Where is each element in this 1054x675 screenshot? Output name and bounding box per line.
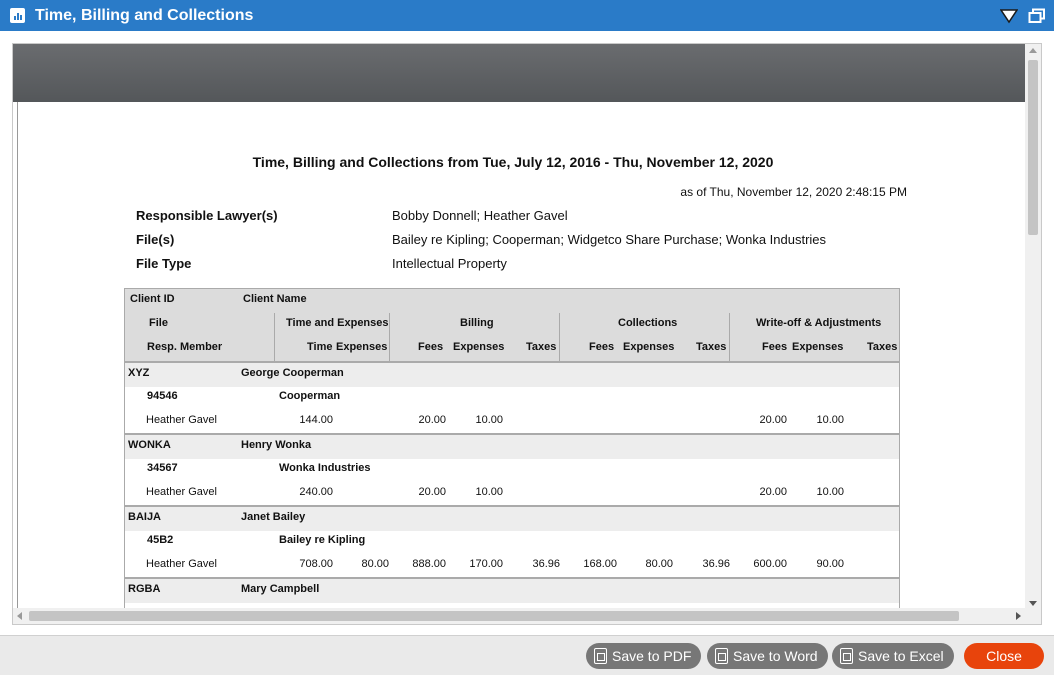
horizontal-scrollbar[interactable]: [13, 608, 1027, 624]
header-writeoff: Write-off & Adjustments: [756, 317, 882, 329]
writeoff-expenses-value: 90.00: [816, 558, 844, 570]
header-time: Time: [307, 341, 333, 353]
meta-value: Bobby Donnell; Heather Gavel: [392, 208, 568, 223]
resp-member: Heather Gavel: [146, 414, 217, 426]
report-viewer: Time, Billing and Collections from Tue, …: [12, 43, 1042, 625]
time-value: 708.00: [299, 558, 333, 570]
header-collections-fees: Fees: [589, 341, 615, 353]
table-header: Client ID Client Name File Resp. Member …: [125, 289, 899, 361]
save-to-pdf-button[interactable]: Save to PDF: [586, 643, 702, 669]
client-id: RGBA: [128, 583, 161, 595]
writeoff-expenses-value: 10.00: [816, 414, 844, 426]
header-resp-member: Resp. Member: [147, 341, 223, 353]
save-to-pdf-label: Save to PDF: [612, 648, 692, 664]
meta-value: Bailey re Kipling; Cooperman; Widgetco S…: [392, 232, 827, 247]
collections-fees-value: 168.00: [583, 558, 617, 570]
header-writeoff-expenses: Expenses: [792, 341, 844, 353]
scroll-down-icon[interactable]: [1029, 601, 1037, 606]
scroll-left-icon[interactable]: [17, 612, 22, 620]
table-row-client: WONKA Henry Wonka: [125, 435, 899, 459]
close-button[interactable]: Close: [964, 643, 1044, 669]
table-row-client: XYZ George Cooperman: [125, 363, 899, 387]
client-id: BAIJA: [128, 511, 162, 523]
meta-label: File(s): [136, 232, 175, 247]
save-to-excel-label: Save to Excel: [858, 648, 944, 664]
save-to-excel-button[interactable]: Save to Excel: [832, 643, 954, 669]
header-collections-expenses: Expenses: [623, 341, 675, 353]
expenses-value: 80.00: [361, 558, 389, 570]
billing-expenses-value: 10.00: [475, 414, 503, 426]
writeoff-fees-value: 20.00: [759, 486, 787, 498]
vertical-scroll-thumb[interactable]: [1028, 60, 1038, 235]
header-writeoff-fees: Fees: [762, 341, 788, 353]
writeoff-fees-value: 20.00: [759, 414, 787, 426]
file-number: 45B2: [147, 534, 174, 546]
report-page: Time, Billing and Collections from Tue, …: [17, 102, 1027, 610]
window-titlebar: Time, Billing and Collections: [0, 0, 1054, 31]
scroll-right-icon[interactable]: [1016, 612, 1021, 620]
save-to-word-button[interactable]: Save to Word: [707, 643, 828, 669]
billing-expenses-value: 170.00: [469, 558, 503, 570]
client-id: WONKA: [128, 439, 171, 451]
horizontal-scroll-thumb[interactable]: [29, 611, 959, 621]
writeoff-expenses-value: 10.00: [816, 486, 844, 498]
file-name: Wonka Industries: [279, 462, 371, 474]
client-name: Henry Wonka: [241, 439, 312, 451]
header-time-and-expenses: Time and Expenses: [286, 317, 389, 329]
collections-taxes-value: 36.96: [702, 558, 730, 570]
save-to-word-label: Save to Word: [733, 648, 818, 664]
excel-file-icon: [840, 648, 853, 664]
dropdown-triangle-icon[interactable]: [1000, 8, 1018, 24]
client-id: XYZ: [128, 367, 150, 379]
file-number: 34567: [147, 462, 178, 474]
header-collections-taxes: Taxes: [696, 341, 727, 353]
meta-label: File Type: [136, 256, 192, 271]
time-value: 240.00: [299, 486, 333, 498]
billing-fees-value: 20.00: [418, 486, 446, 498]
client-name: Janet Bailey: [241, 511, 306, 523]
header-client-name: Client Name: [243, 293, 307, 305]
header-file: File: [149, 317, 168, 329]
report-title: Time, Billing and Collections from Tue, …: [252, 154, 774, 170]
restore-window-icon[interactable]: [1028, 8, 1046, 24]
header-collections: Collections: [618, 317, 678, 329]
header-billing-expenses: Expenses: [453, 341, 505, 353]
header-billing-taxes: Taxes: [526, 341, 557, 353]
client-name: Mary Campbell: [241, 583, 320, 595]
scrollbar-corner: [1025, 608, 1041, 624]
meta-value: Intellectual Property: [392, 256, 507, 271]
collections-expenses-value: 80.00: [645, 558, 673, 570]
file-name: Cooperman: [279, 390, 341, 402]
vertical-scrollbar[interactable]: [1025, 44, 1041, 610]
header-billing-fees: Fees: [418, 341, 444, 353]
header-billing: Billing: [460, 317, 494, 329]
file-name: Bailey re Kipling: [279, 534, 366, 546]
word-file-icon: [715, 648, 728, 664]
dialog-footer: Save to PDF Save to Word Save to Excel C…: [0, 635, 1054, 675]
billing-taxes-value: 36.96: [532, 558, 560, 570]
billing-expenses-value: 10.00: [475, 486, 503, 498]
writeoff-fees-value: 600.00: [753, 558, 787, 570]
window-title: Time, Billing and Collections: [35, 6, 254, 24]
meta-label: Responsible Lawyer(s): [136, 208, 278, 223]
table-row-client: RGBA Mary Campbell: [125, 579, 899, 603]
table-row-client: BAIJA Janet Bailey: [125, 507, 899, 531]
resp-member: Heather Gavel: [146, 486, 217, 498]
viewer-toolbar-area: [13, 44, 1027, 102]
file-number: 94546: [147, 390, 178, 402]
pdf-file-icon: [594, 648, 607, 664]
resp-member: Heather Gavel: [146, 558, 217, 570]
header-expenses: Expenses: [336, 341, 388, 353]
report-table: Client ID Client Name File Resp. Member …: [124, 288, 900, 610]
scroll-up-icon[interactable]: [1029, 48, 1037, 53]
header-client-id: Client ID: [130, 293, 175, 305]
header-writeoff-taxes: Taxes: [867, 341, 898, 353]
billing-fees-value: 888.00: [412, 558, 446, 570]
billing-fees-value: 20.00: [418, 414, 446, 426]
client-name: George Cooperman: [241, 367, 344, 379]
time-value: 144.00: [299, 414, 333, 426]
report-timestamp: as of Thu, November 12, 2020 2:48:15 PM: [680, 185, 907, 199]
report-chart-icon: [10, 8, 25, 23]
